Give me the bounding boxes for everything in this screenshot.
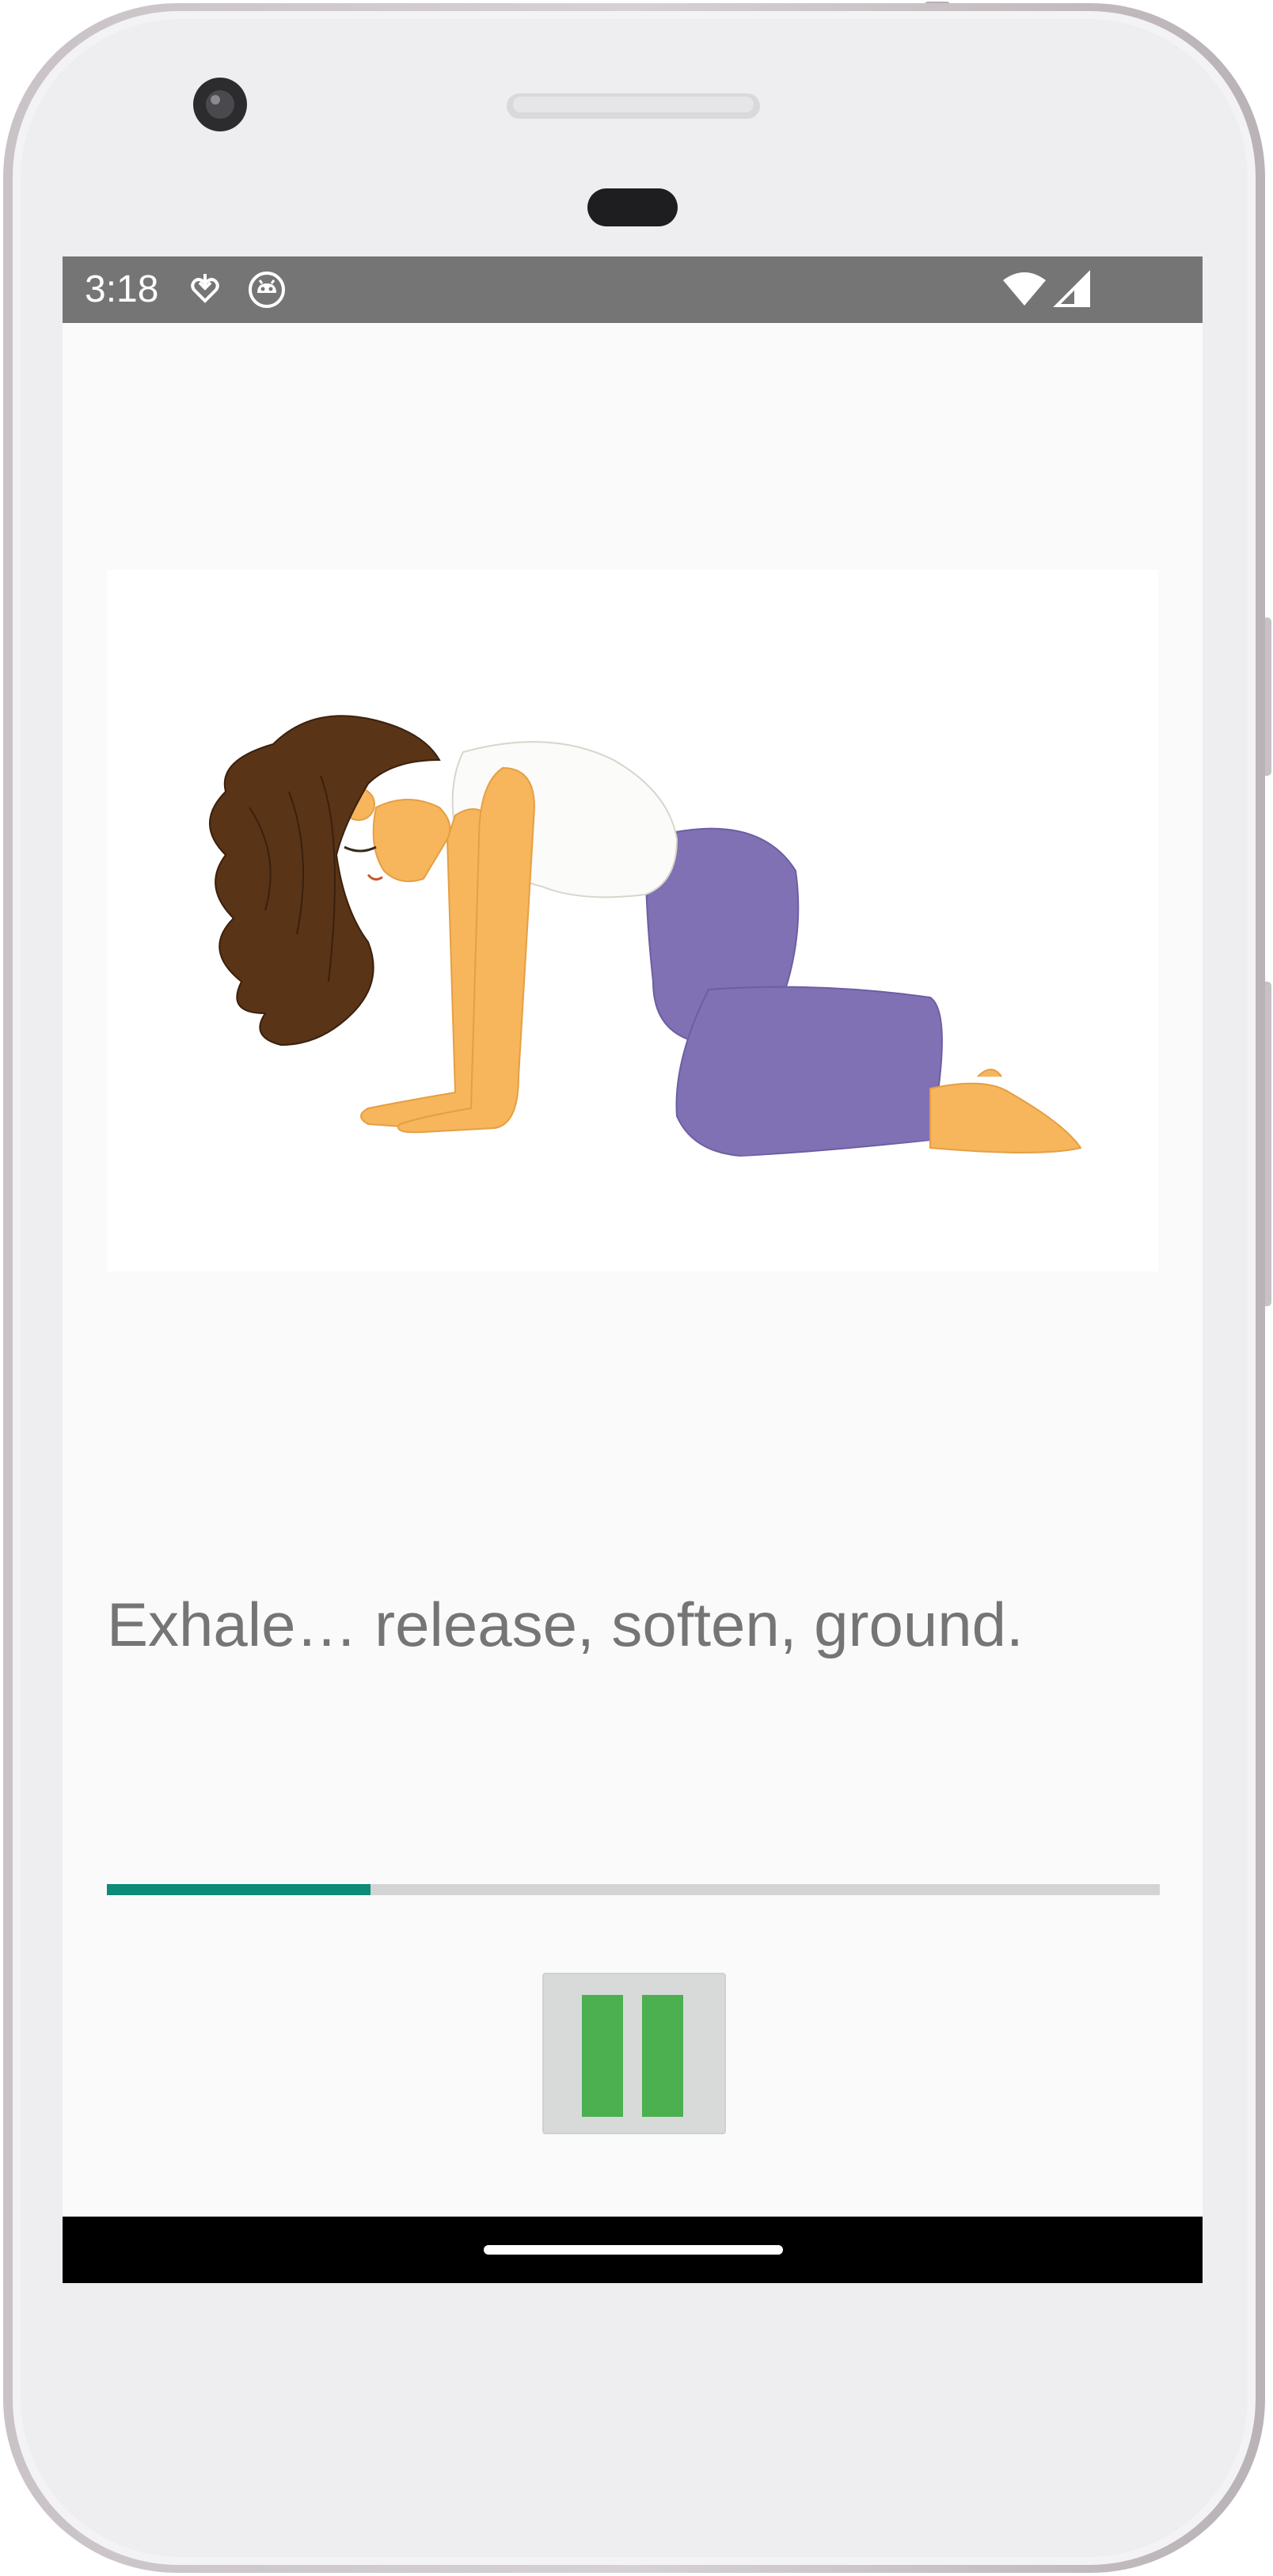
android-debug-icon — [249, 272, 285, 308]
breathing-instruction: Exhale… release, soften, ground. — [107, 1590, 1024, 1659]
device-frame: 3:18 Exhale… release, soften, ground. — [0, 0, 1273, 2576]
navigation-bar — [63, 2217, 1203, 2283]
status-time: 3:18 — [85, 268, 159, 310]
app-screen: 3:18 Exhale… release, soften, ground. — [63, 256, 1203, 2283]
pause-button[interactable] — [542, 1973, 726, 2134]
pause-bar-right — [642, 1995, 683, 2117]
cat-cow-pose-illustration — [107, 570, 1158, 1271]
home-gesture-handle[interactable] — [484, 2245, 783, 2255]
sensor — [587, 188, 678, 226]
download-heart-icon — [191, 274, 219, 303]
progress-fill — [107, 1884, 370, 1895]
pause-bar-left — [582, 1995, 623, 2117]
wifi-icon — [1003, 272, 1046, 306]
exercise-progress-bar — [107, 1884, 1160, 1895]
cell-signal-icon — [1053, 270, 1090, 307]
status-bar: 3:18 — [63, 256, 1203, 323]
